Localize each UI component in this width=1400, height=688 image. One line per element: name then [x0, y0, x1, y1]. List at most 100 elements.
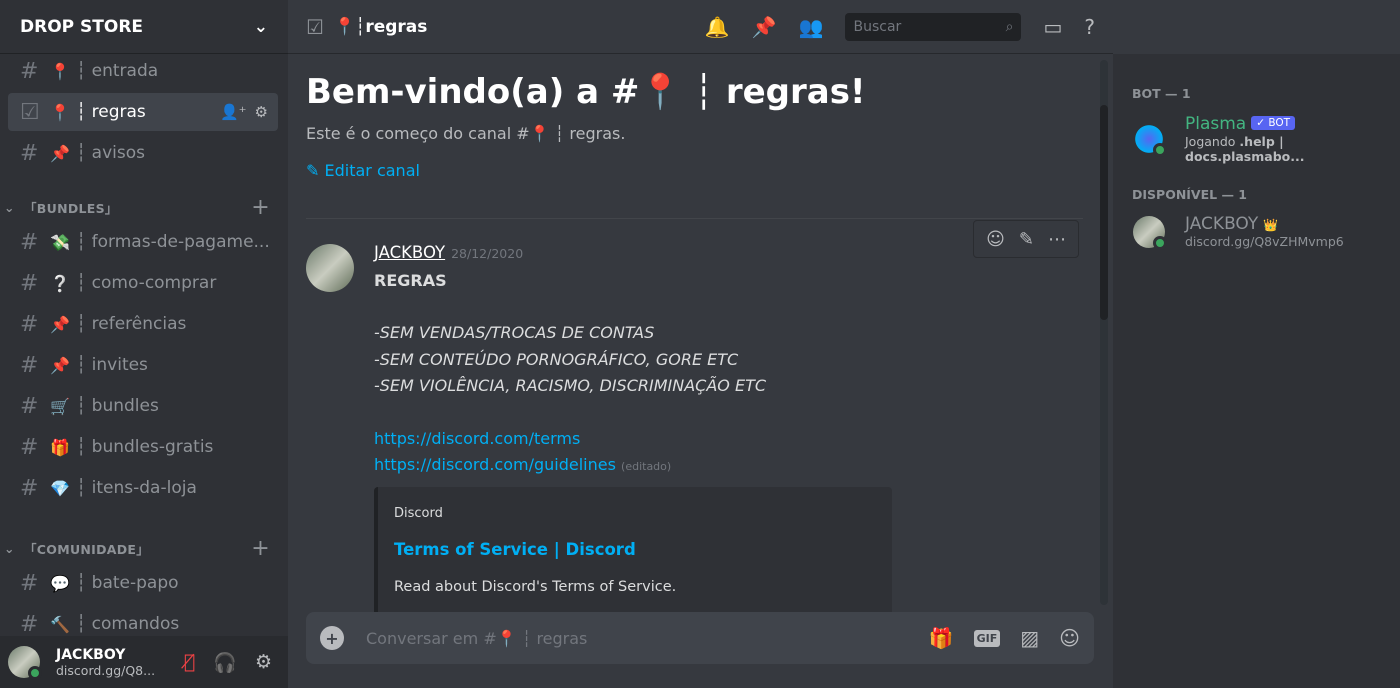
message-author[interactable]: JACKBOY [374, 243, 445, 262]
online-status-icon [1153, 235, 1167, 250]
scrollbar[interactable] [1100, 60, 1108, 605]
plus-icon[interactable]: + [320, 626, 344, 650]
channel-item[interactable]: # ❔ ┆ como-comprar [8, 264, 278, 302]
channel-label: formas-de-pagame... [91, 232, 270, 252]
channel-emoji: 📍 [50, 61, 70, 81]
terms-link[interactable]: https://discord.com/terms [374, 429, 580, 448]
server-name: DROP STORE [20, 16, 144, 37]
message-line: REGRAS [374, 270, 447, 290]
channel-label: referências [91, 314, 187, 334]
invite-icon[interactable]: 👤⁺ [220, 103, 247, 121]
user-panel: JACKBOY discord.gg/Q8... 🎙̸ 🎧 ⚙ [0, 636, 288, 688]
member-jackboy[interactable]: JACKBOY 👑 discord.gg/Q8vZHMvmp6 [1133, 214, 1344, 250]
separator: ┆ [76, 614, 87, 634]
welcome-title: Bem-vindo(a) a #📍 ┆ regras! [306, 72, 866, 112]
edit-channel-link[interactable]: ✎ Editar canal [306, 161, 865, 180]
gift-icon[interactable]: 🎁 [929, 626, 954, 650]
headphones-icon[interactable]: 🎧 [213, 651, 237, 674]
member-plasma[interactable]: Plasma ✓ BOT Jogando .help | docs.plasmab… [1133, 114, 1400, 164]
channel-label: avisos [91, 143, 145, 163]
channel-emoji: 💬 [50, 573, 70, 593]
channel-label: itens-da-loja [91, 478, 197, 498]
hash-icon: # [20, 311, 39, 337]
member-group-header: DISPONÍVEL — 1 [1132, 187, 1248, 202]
category-header[interactable]: ⌄ 「BUNDLES」 + [4, 195, 280, 220]
avatar [1133, 215, 1167, 250]
avatar[interactable] [306, 244, 354, 292]
add-channel-icon[interactable]: + [251, 195, 280, 220]
hash-icon: # [20, 570, 39, 596]
channel-item[interactable]: # 🛒 ┆ bundles [8, 387, 278, 425]
inbox-icon[interactable]: ▭ [1043, 15, 1062, 39]
channel-emoji: 📌 [50, 314, 70, 334]
separator: ┆ [76, 143, 87, 163]
gear-icon[interactable]: ⚙ [255, 651, 272, 674]
rules-icon: ☑ [20, 99, 40, 125]
separator: ┆ [76, 573, 87, 593]
channel-label: bundles-gratis [91, 437, 214, 457]
server-header[interactable]: DROP STORE ⌄ [0, 0, 288, 54]
avatar[interactable] [8, 646, 42, 680]
rules-icon: ☑ [306, 14, 324, 39]
chevron-down-icon: ⌄ [253, 16, 268, 37]
hash-icon: # [20, 611, 39, 637]
channel-emoji: 🛒 [50, 396, 70, 416]
channel-item[interactable]: # 💬 ┆ bate-papo [8, 564, 278, 602]
channel-item[interactable]: # 📌 ┆ referências [8, 305, 278, 343]
channel-label: bundles [91, 396, 159, 416]
edit-label: Editar canal [324, 161, 420, 180]
channel-regras[interactable]: ☑ 📍 ┆ regras 👤⁺ ⚙ [8, 93, 278, 131]
separator: ┆ [76, 232, 87, 252]
hash-icon: # [20, 270, 39, 296]
channel-label: invites [91, 355, 148, 375]
hash-icon: # [20, 475, 39, 501]
message-line: -SEM VENDAS/TROCAS DE CONTAS [374, 323, 655, 342]
emoji-icon[interactable]: ☺ [1059, 626, 1080, 650]
channel-label: entrada [91, 61, 159, 81]
sticker-icon[interactable]: ▨ [1020, 626, 1039, 650]
scrollbar-thumb[interactable] [1100, 105, 1108, 320]
online-status-icon [1153, 143, 1167, 157]
welcome-subtitle: Este é o começo do canal #📍 ┆ regras. [306, 124, 626, 143]
channel-label: comandos [91, 614, 180, 634]
embed-title[interactable]: Terms of Service | Discord [394, 537, 876, 564]
channel-emoji: 🎁 [50, 437, 70, 457]
online-status-icon [28, 666, 42, 680]
pin-icon[interactable]: 📌 [752, 15, 777, 39]
category-header[interactable]: ⌄ 「COMUNIDADE」 + [4, 536, 280, 561]
channel-emoji: 💎 [50, 478, 70, 498]
message-input[interactable]: + Conversar em #📍 ┆ regras 🎁 GIF ▨ ☺ [306, 612, 1094, 664]
mute-icon[interactable]: 🎙̸ [184, 651, 195, 674]
add-channel-icon[interactable]: + [251, 536, 280, 561]
embed-provider: Discord [394, 505, 443, 521]
channel-item[interactable]: # 💎 ┆ itens-da-loja [8, 469, 278, 507]
separator: ┆ [76, 61, 87, 81]
channel-item[interactable]: # 📌 ┆ invites [8, 346, 278, 384]
search-input[interactable]: Buscar ⌕ [845, 12, 1022, 41]
channel-sidebar: DROP STORE ⌄ # 📍 ┆ entrada ☑ 📍 ┆ regras 👤⁺ ⚙ #… [0, 0, 288, 688]
member-name: JACKBOY [1185, 214, 1259, 234]
gif-icon[interactable]: GIF [973, 629, 1001, 647]
chat-area: ☑ 📍┆regras 🔔 📌 👥 Buscar ⌕ ▭ ? Bem-vindo(a… [288, 0, 1113, 688]
embed-description: Read about Discord's Terms of Service. [394, 578, 677, 595]
gear-icon[interactable]: ⚙ [255, 103, 268, 121]
timestamp: 28/12/2020 [451, 246, 524, 261]
channel-emoji: 💸 [50, 232, 70, 252]
members-icon[interactable]: 👥 [799, 15, 824, 39]
help-icon[interactable]: ? [1084, 15, 1095, 39]
channel-title: 📍┆regras [333, 16, 428, 37]
channel-item[interactable]: # 💸 ┆ formas-de-pagame... [8, 223, 278, 261]
category-name: 「BUNDLES」 [24, 201, 118, 216]
guidelines-link[interactable]: https://discord.com/guidelines [374, 455, 616, 474]
message-line: -SEM CONTEÚDO PORNOGRÁFICO, GORE ETC [374, 349, 739, 369]
channel-avisos[interactable]: # 📌 ┆ avisos [8, 134, 278, 172]
bell-icon[interactable]: 🔔 [705, 15, 730, 39]
channel-emoji: 📍 [50, 102, 70, 122]
edited-label: (editado) [621, 460, 672, 473]
channel-item[interactable]: # 🎁 ┆ bundles-gratis [8, 428, 278, 466]
channel-label: regras [91, 102, 146, 122]
channel-header: ☑ 📍┆regras 🔔 📌 👥 Buscar ⌕ ▭ ? [288, 0, 1113, 54]
channel-entrada[interactable]: # 📍 ┆ entrada [8, 52, 278, 90]
message: JACKBOY 28/12/2020 REGRAS -SEM VENDAS/TRO… [306, 240, 1066, 627]
channel-emoji: ❔ [50, 273, 70, 293]
